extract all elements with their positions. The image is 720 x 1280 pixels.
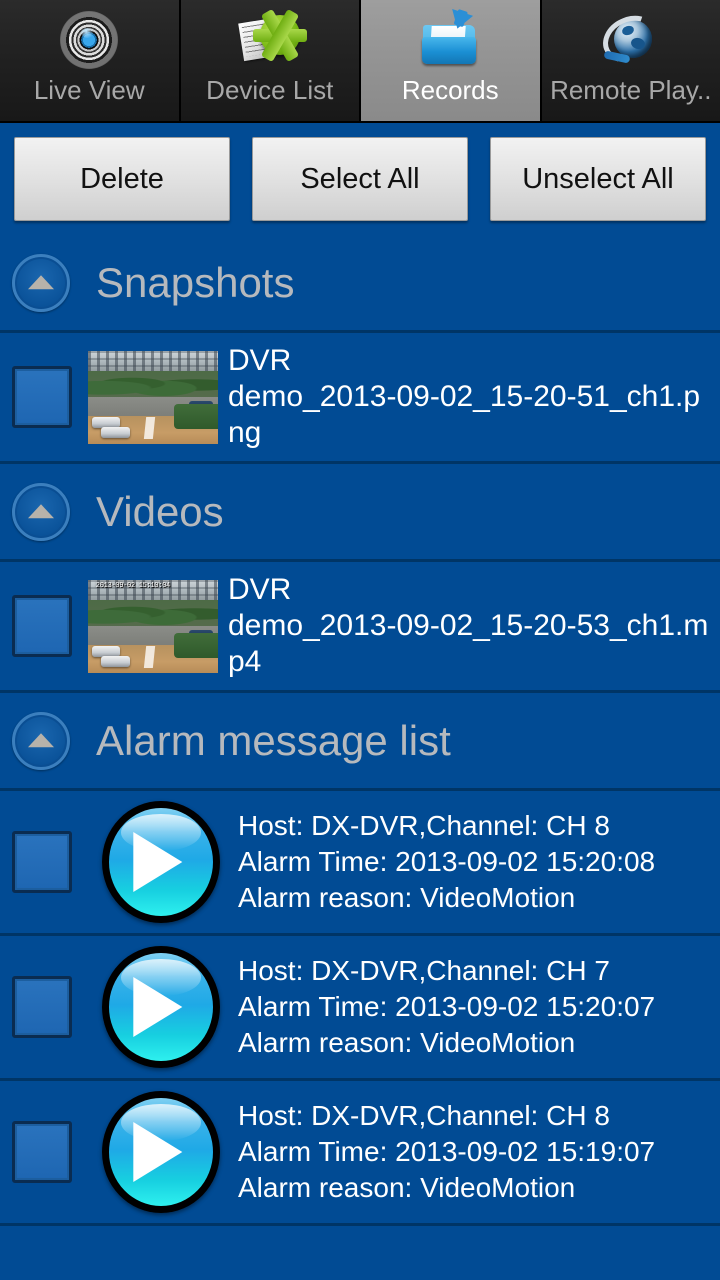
- delete-button[interactable]: Delete: [14, 137, 230, 221]
- play-icon[interactable]: [102, 801, 220, 923]
- snapshot-row[interactable]: DVR demo_2013-09-02_15-20-51_ch1.png: [0, 333, 720, 464]
- row-checkbox[interactable]: [12, 976, 72, 1038]
- row-checkbox[interactable]: [12, 1121, 72, 1183]
- section-title-alarm-message-list: Alarm message list: [96, 716, 451, 764]
- tab-remote-play-label: Remote Play..: [550, 75, 712, 105]
- alarm-row[interactable]: Host: DX-DVR,Channel: CH 7 Alarm Time: 2…: [0, 936, 720, 1081]
- video-thumbnail[interactable]: 2013-09-02 15:10:04: [88, 579, 218, 673]
- tab-device-list[interactable]: Device List: [180, 0, 361, 121]
- alarm-host-label: Host: DX-DVR,Channel: CH 7: [238, 955, 610, 986]
- unselect-all-button[interactable]: Unselect All: [490, 137, 706, 221]
- alarm-details: Host: DX-DVR,Channel: CH 8 Alarm Time: 2…: [238, 808, 655, 916]
- alarm-reason-label: Alarm reason: VideoMotion: [238, 1027, 576, 1058]
- video-row[interactable]: 2013-09-02 15:10:04 DVR demo_2013-09-02_…: [0, 562, 720, 693]
- alarm-reason-label: Alarm reason: VideoMotion: [238, 882, 576, 913]
- snapshot-filename: DVR demo_2013-09-02_15-20-51_ch1.png: [228, 343, 720, 451]
- snapshot-source-label: DVR: [228, 344, 292, 377]
- triangle-up-icon[interactable]: [12, 253, 70, 312]
- play-icon[interactable]: [102, 1091, 220, 1213]
- section-title-videos: Videos: [96, 487, 224, 535]
- section-header-snapshots[interactable]: Snapshots: [0, 235, 720, 333]
- row-checkbox[interactable]: [12, 366, 72, 428]
- alarm-time-label: Alarm Time: 2013-09-02 15:20:07: [238, 991, 656, 1022]
- tab-records-label: Records: [401, 75, 499, 105]
- play-icon[interactable]: [102, 946, 220, 1068]
- tab-remote-play[interactable]: Remote Play..: [541, 0, 720, 121]
- alarm-reason-label: Alarm reason: VideoMotion: [238, 1172, 576, 1203]
- alarm-host-label: Host: DX-DVR,Channel: CH 8: [238, 810, 610, 841]
- tab-live-view-label: Live View: [33, 75, 145, 105]
- tab-device-list-label: Device List: [206, 75, 334, 105]
- row-checkbox[interactable]: [12, 595, 72, 657]
- tab-records[interactable]: Records: [361, 0, 542, 121]
- section-title-snapshots: Snapshots: [96, 258, 295, 306]
- video-file-label: demo_2013-09-02_15-20-53_ch1.mp4: [228, 609, 709, 678]
- alarm-time-label: Alarm Time: 2013-09-02 15:20:08: [238, 846, 656, 877]
- video-filename: DVR demo_2013-09-02_15-20-53_ch1.mp4: [228, 572, 720, 680]
- section-header-videos[interactable]: Videos: [0, 464, 720, 562]
- alarm-row[interactable]: Host: DX-DVR,Channel: CH 8 Alarm Time: 2…: [0, 1081, 720, 1226]
- alarm-row[interactable]: Host: DX-DVR,Channel: CH 8 Alarm Time: 2…: [0, 791, 720, 936]
- thumbnail-timestamp: 2013-09-02 15:10:04: [95, 582, 170, 591]
- video-source-label: DVR: [228, 573, 292, 606]
- globe-icon: [594, 6, 667, 72]
- tab-live-view[interactable]: Live View: [0, 0, 181, 121]
- row-checkbox[interactable]: [12, 831, 72, 893]
- section-header-alarm-message-list[interactable]: Alarm message list: [0, 693, 720, 791]
- alarm-time-label: Alarm Time: 2013-09-02 15:19:07: [238, 1136, 656, 1167]
- triangle-up-icon[interactable]: [12, 711, 70, 770]
- devicelist-icon: [234, 8, 307, 71]
- triangle-up-icon[interactable]: [12, 482, 70, 541]
- action-button-bar: Delete Select All Unselect All: [0, 123, 720, 235]
- alarm-host-label: Host: DX-DVR,Channel: CH 8: [238, 1100, 610, 1131]
- alarm-details: Host: DX-DVR,Channel: CH 8 Alarm Time: 2…: [238, 1098, 655, 1206]
- main-tab-bar: Live View Device List Records Remote Pla…: [0, 0, 720, 123]
- folder-icon: [414, 9, 486, 71]
- snapshot-thumbnail[interactable]: [88, 350, 218, 444]
- records-list: Snapshots DVR demo_2013-09-02_15-20-51_c…: [0, 235, 720, 1226]
- lens-icon: [53, 9, 125, 71]
- select-all-button[interactable]: Select All: [252, 137, 468, 221]
- alarm-details: Host: DX-DVR,Channel: CH 7 Alarm Time: 2…: [238, 953, 655, 1061]
- snapshot-file-label: demo_2013-09-02_15-20-51_ch1.png: [228, 380, 701, 449]
